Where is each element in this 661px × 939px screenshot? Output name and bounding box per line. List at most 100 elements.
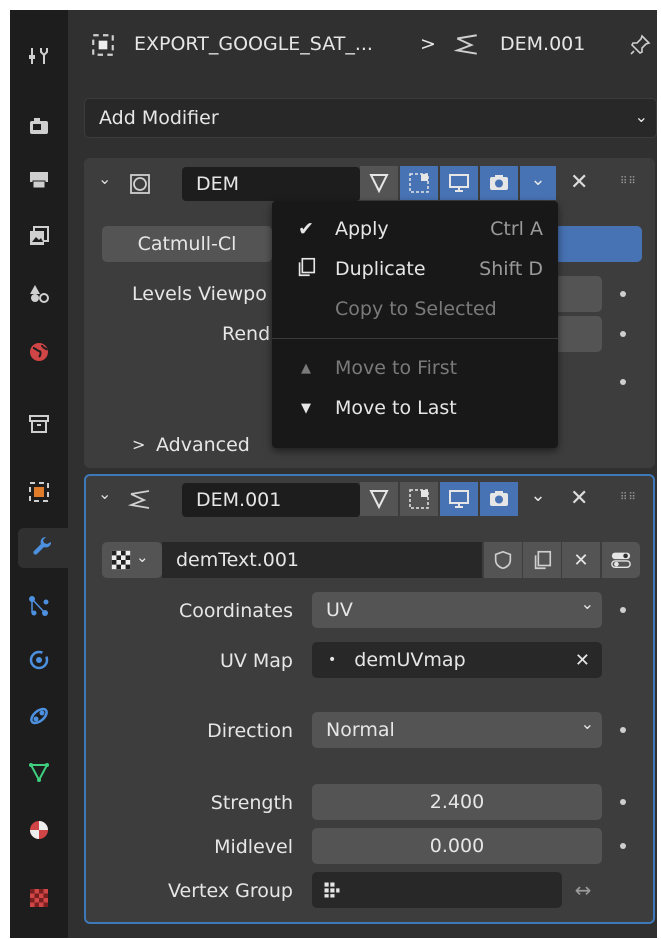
texture-name-text: demText.001 <box>176 549 299 571</box>
strength-label: Strength <box>210 792 293 814</box>
direction-label: Direction <box>207 720 293 742</box>
texture-name-field[interactable]: demText.001 <box>162 542 482 578</box>
editmode-triangle-icon <box>369 490 389 510</box>
camera-icon <box>490 491 508 506</box>
duplicate-icon <box>534 550 552 570</box>
modifier-tab[interactable] <box>18 528 68 568</box>
chevron-down-icon: ⌄ <box>530 168 546 190</box>
levels-viewport-field[interactable] <box>554 276 602 312</box>
edit-mode-toggle[interactable] <box>360 482 398 516</box>
advanced-subpanel-header[interactable]: Advanced <box>156 434 250 456</box>
menu-item-copy-to-selected[interactable]: Copy to Selected <box>272 291 558 327</box>
uv-map-value: demUVmap <box>354 649 466 671</box>
modifier-menu-dropdown[interactable]: ⌄ <box>520 166 556 200</box>
collapse-chevron-icon[interactable]: ⌄ <box>98 484 111 503</box>
keyframe-dot[interactable] <box>620 727 626 733</box>
menu-item-apply[interactable]: ✔ Apply Ctrl A <box>272 211 558 247</box>
modifier-name-field[interactable]: DEM.001 <box>182 483 360 517</box>
edit-mode-toggle[interactable] <box>360 166 398 200</box>
viewport-toggle[interactable] <box>440 482 478 516</box>
modifier-menu-dropdown[interactable]: ⌄ <box>520 482 556 516</box>
constraints-tab[interactable] <box>18 696 60 736</box>
modifier-name-text: DEM <box>196 173 240 195</box>
keyframe-dot[interactable] <box>620 291 626 297</box>
monitor-icon <box>449 490 469 508</box>
menu-item-shortcut: Shift D <box>479 258 543 280</box>
tool-tab[interactable] <box>18 36 60 76</box>
coordinates-value: UV <box>326 599 353 621</box>
uv-map-label: UV Map <box>219 650 293 672</box>
show-texture-button[interactable] <box>602 542 640 578</box>
keyframe-dot[interactable] <box>620 799 626 805</box>
catmull-clark-tab[interactable]: Catmull-Cl <box>102 226 272 262</box>
invert-vertex-group-button[interactable]: ↔ <box>564 872 602 908</box>
camera-icon <box>490 175 508 190</box>
viewport-toggle[interactable] <box>440 166 478 200</box>
drag-grip-icon[interactable]: ⠿⠿ <box>620 492 637 503</box>
cage-icon <box>409 489 429 509</box>
direction-dropdown[interactable]: Normal ⌄ <box>312 712 602 748</box>
collapse-chevron-icon[interactable]: ⌄ <box>98 169 111 188</box>
data-tab[interactable] <box>18 752 60 792</box>
cage-toggle[interactable] <box>400 166 438 200</box>
render-levels-field[interactable] <box>554 316 602 352</box>
chevron-down-icon: ⌄ <box>580 714 594 733</box>
add-modifier-dropdown[interactable]: Add Modifier ⌄ <box>84 98 657 138</box>
strength-field[interactable]: 2.400 <box>312 784 602 820</box>
properties-tab-bar <box>10 10 68 938</box>
uv-bullet-icon: • <box>328 652 337 668</box>
subdivision-modifier-icon <box>128 172 152 200</box>
new-texture-button[interactable] <box>523 542 561 578</box>
modifier-panel-dem-001: ⌄ DEM.001 ⌄ ✕ ⠿⠿ ⌄ demText.001 ✕ Coordin… <box>84 474 655 924</box>
physics-tab[interactable] <box>18 640 60 680</box>
mesh-data-icon <box>29 763 49 783</box>
close-icon[interactable]: ✕ <box>570 170 588 195</box>
chevron-right-icon[interactable]: > <box>132 435 145 454</box>
render-tab[interactable] <box>18 106 60 146</box>
render-toggle[interactable] <box>480 166 518 200</box>
pin-icon[interactable] <box>628 32 652 62</box>
displace-modifier-icon <box>127 488 152 516</box>
menu-item-move-to-last[interactable]: ▼ Move to Last <box>272 390 558 426</box>
texture-browse-button[interactable]: ⌄ <box>102 542 162 578</box>
simple-tab-selected[interactable] <box>554 226 642 262</box>
fake-user-button[interactable] <box>484 542 522 578</box>
cage-icon <box>409 173 429 193</box>
keyframe-dot[interactable] <box>620 843 626 849</box>
midlevel-field[interactable]: 0.000 <box>312 828 602 864</box>
particles-tab[interactable] <box>18 586 60 626</box>
menu-item-move-to-first[interactable]: ▲ Move to First <box>272 350 558 386</box>
uv-map-field[interactable]: • demUVmap ✕ <box>312 642 602 678</box>
close-icon[interactable]: ✕ <box>570 486 588 511</box>
world-tab[interactable] <box>18 332 60 372</box>
keyframe-dot[interactable] <box>620 331 626 337</box>
unlink-texture-button[interactable]: ✕ <box>562 542 600 578</box>
menu-item-duplicate[interactable]: Duplicate Shift D <box>272 251 558 287</box>
object-tab[interactable] <box>18 472 60 512</box>
breadcrumb-separator: > <box>420 33 436 55</box>
coordinates-label: Coordinates <box>178 600 293 622</box>
collection-tab[interactable] <box>18 404 60 444</box>
material-icon <box>30 821 48 839</box>
output-tab[interactable] <box>18 160 60 200</box>
scene-tab[interactable] <box>18 274 60 314</box>
clear-icon[interactable]: ✕ <box>575 650 590 671</box>
coordinates-dropdown[interactable]: UV ⌄ <box>312 592 602 628</box>
keyframe-dot[interactable] <box>620 379 626 385</box>
modifier-name-field[interactable]: DEM <box>182 167 360 201</box>
render-toggle[interactable] <box>480 482 518 516</box>
texture-checker-icon <box>111 550 131 570</box>
constraint-icon <box>30 707 48 725</box>
vertex-group-label: Vertex Group <box>168 880 293 902</box>
drag-grip-icon[interactable]: ⠿⠿ <box>620 176 637 187</box>
modifier-name-text: DEM.001 <box>196 489 282 511</box>
check-icon: ✔ <box>298 218 314 240</box>
image-stack-icon <box>30 226 49 245</box>
texture-tab[interactable] <box>18 878 60 918</box>
object-icon <box>90 32 116 62</box>
view-layer-tab[interactable] <box>18 216 60 256</box>
material-tab[interactable] <box>18 810 60 850</box>
keyframe-dot[interactable] <box>620 607 626 613</box>
vertex-group-field[interactable] <box>312 872 562 908</box>
cage-toggle[interactable] <box>400 482 438 516</box>
